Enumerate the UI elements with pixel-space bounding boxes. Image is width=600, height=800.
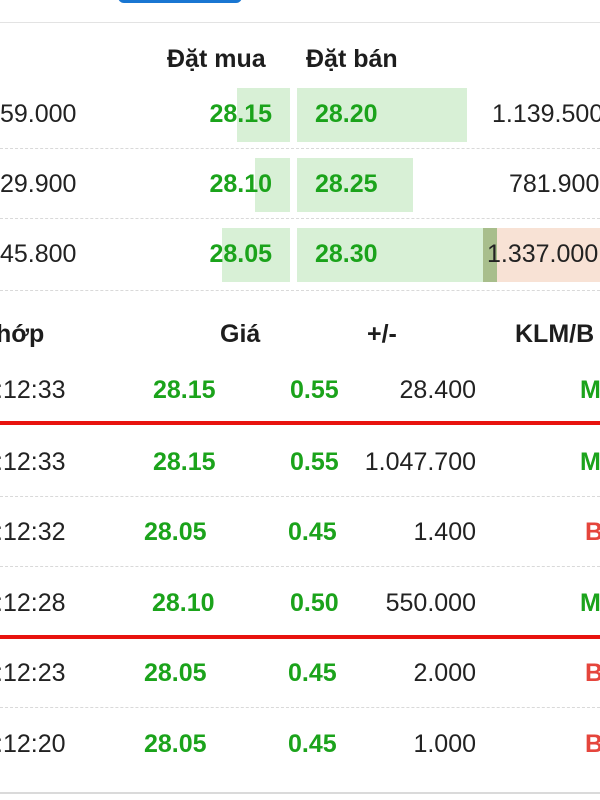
row-divider bbox=[0, 148, 600, 149]
bid-header: Đặt mua bbox=[167, 45, 266, 73]
row-divider bbox=[0, 290, 600, 291]
bid-price[interactable]: 28.10 bbox=[209, 170, 272, 199]
ask-volume: 1.139.500 bbox=[492, 100, 600, 128]
trade-side: B bbox=[585, 730, 600, 758]
trade-time: :12:28 bbox=[0, 589, 66, 617]
trade-side: M bbox=[580, 448, 600, 476]
trade-price: 28.05 bbox=[144, 730, 207, 758]
ask-price[interactable]: 28.20 bbox=[315, 100, 378, 129]
trade-change: 0.55 bbox=[290, 448, 339, 476]
trade-change: 0.45 bbox=[288, 659, 337, 687]
trade-time: :12:20 bbox=[0, 730, 66, 758]
trade-side: M bbox=[580, 589, 600, 617]
trade-volume: 1.047.700 bbox=[364, 448, 476, 476]
trade-change: 0.50 bbox=[290, 589, 339, 617]
trade-price: 28.05 bbox=[144, 659, 207, 687]
trade-volume: 550.000 bbox=[385, 589, 476, 617]
trade-time: :12:32 bbox=[0, 518, 66, 546]
trade-volume: 1.400 bbox=[413, 518, 476, 546]
trade-time: :12:33 bbox=[0, 376, 66, 404]
trade-price: 28.05 bbox=[144, 518, 207, 546]
bid-price[interactable]: 28.15 bbox=[209, 100, 272, 129]
trade-time: :12:23 bbox=[0, 659, 66, 687]
top-divider bbox=[0, 22, 600, 23]
price-header: Giá bbox=[220, 320, 261, 348]
ask-price[interactable]: 28.30 bbox=[315, 240, 378, 269]
trade-price: 28.15 bbox=[153, 448, 216, 476]
trade-price: 28.15 bbox=[153, 376, 216, 404]
trade-price: 28.10 bbox=[152, 589, 215, 617]
highlight-separator bbox=[0, 635, 600, 639]
trade-change: 0.55 bbox=[290, 376, 339, 404]
trade-side: M bbox=[580, 376, 600, 404]
trade-change: 0.45 bbox=[288, 730, 337, 758]
row-divider bbox=[0, 566, 600, 567]
time-header: hớp bbox=[0, 320, 45, 348]
trade-volume: 2.000 bbox=[413, 659, 476, 687]
row-divider bbox=[0, 707, 600, 708]
ask-volume: 781.900 bbox=[509, 170, 600, 198]
trade-time: :12:33 bbox=[0, 448, 66, 476]
trade-side: B bbox=[585, 518, 600, 546]
highlight-separator bbox=[0, 421, 600, 425]
ask-volume: 1.337.000 bbox=[487, 240, 599, 268]
bid-volume: 29.900 bbox=[0, 170, 77, 198]
top-tab-button[interactable] bbox=[118, 0, 242, 3]
change-header: +/- bbox=[367, 320, 397, 348]
bid-price[interactable]: 28.05 bbox=[209, 240, 272, 269]
trade-volume: 1.000 bbox=[413, 730, 476, 758]
trade-change: 0.45 bbox=[288, 518, 337, 546]
trade-side: B bbox=[585, 659, 600, 687]
bid-volume: 59.000 bbox=[0, 100, 77, 128]
trade-volume: 28.400 bbox=[399, 376, 476, 404]
bid-volume: 45.800 bbox=[0, 240, 77, 268]
ask-header: Đặt bán bbox=[306, 45, 398, 73]
ask-price[interactable]: 28.25 bbox=[315, 170, 378, 199]
row-divider bbox=[0, 496, 600, 497]
bottom-divider bbox=[0, 792, 600, 794]
volume-side-header: KLM/B bbox=[515, 320, 595, 348]
row-divider bbox=[0, 218, 600, 219]
